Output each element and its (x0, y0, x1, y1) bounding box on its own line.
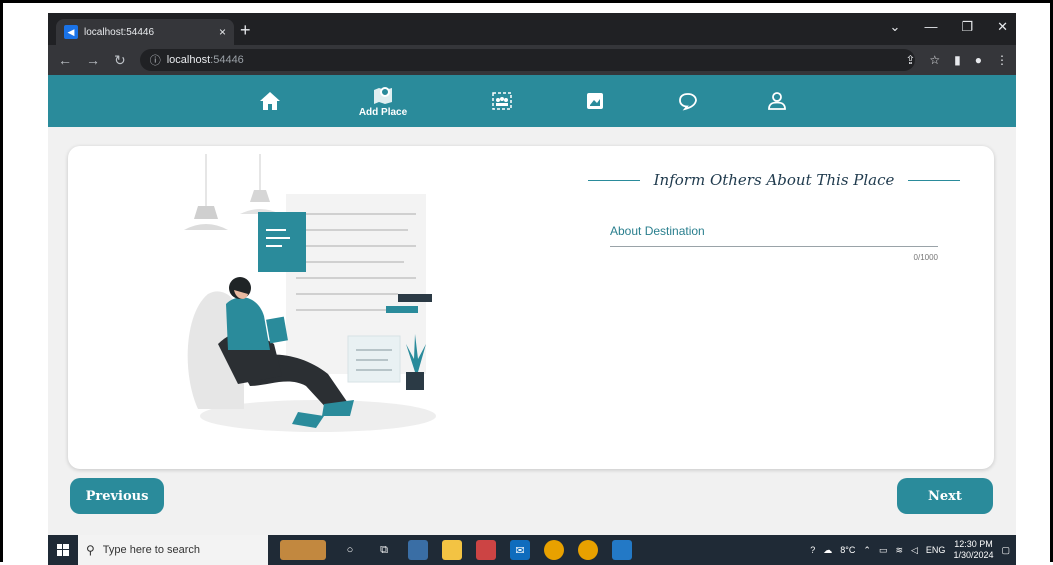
favicon-icon: ◀ (64, 25, 78, 39)
side-panel-icon[interactable]: ▮ (954, 53, 961, 67)
url-port: :54446 (210, 54, 244, 66)
chrome-icon[interactable] (544, 540, 564, 560)
forward-icon[interactable]: → (86, 52, 100, 68)
reload-icon[interactable]: ↻ (114, 52, 126, 69)
restore-icon[interactable]: ❐ (961, 19, 973, 35)
site-info-icon[interactable]: ⓘ (150, 52, 161, 68)
nav-add-place-label: Add Place (358, 106, 408, 118)
chrome-profile-icon[interactable] (578, 540, 598, 560)
taskbar-search[interactable]: ⚲ Type here to search (78, 535, 268, 565)
menu-kebab-icon[interactable]: ⋮ (996, 53, 1008, 67)
temperature: 8°C (840, 545, 856, 555)
bookmark-star-icon[interactable]: ☆ (929, 53, 940, 67)
file-explorer-icon[interactable] (442, 540, 462, 560)
reading-woman-illustration (184, 154, 436, 432)
home-icon (260, 92, 280, 110)
browser-toolbar: ← → ↻ ⓘ localhost:54446 ⇪ ☆ ▮ ● ⋮ (48, 45, 1016, 75)
weather-icon[interactable]: ☁ (823, 545, 832, 556)
form-heading: Inform Others About This Place (588, 168, 961, 192)
tray-overflow-icon[interactable]: ⌃ (863, 545, 871, 556)
nav-community[interactable] (485, 75, 519, 127)
notifications-icon[interactable]: ▢ (1001, 545, 1010, 556)
tab-close-icon[interactable]: × (219, 25, 226, 39)
new-tab-button[interactable]: + (240, 21, 251, 39)
vscode-icon[interactable] (612, 540, 632, 560)
wifi-icon[interactable]: ≋ (895, 545, 903, 556)
taskbar-apps: ○ ⧉ ✉ (280, 540, 632, 560)
nav-add-place[interactable]: Add Place (353, 75, 413, 127)
address-bar[interactable]: ⓘ localhost:54446 (139, 49, 915, 71)
language-indicator[interactable]: ENG (926, 545, 946, 555)
top-navigation: Add Place (48, 75, 1016, 127)
heading-divider-left (588, 179, 640, 181)
taskbar-search-placeholder: Type here to search (102, 544, 201, 556)
notes-app-icon[interactable] (408, 540, 428, 560)
task-view-icon[interactable]: ⧉ (374, 540, 394, 560)
chat-bubble-icon (679, 93, 697, 111)
tab-search-icon[interactable]: ⌄ (890, 19, 901, 35)
system-tray: ? ☁ 8°C ⌃ ▭ ≋ ◁ ENG 12:30 PM 1/30/2024 ▢ (810, 535, 1010, 565)
about-destination-field[interactable]: About Destination 0/1000 (610, 224, 938, 262)
minimize-icon[interactable]: — (924, 19, 937, 35)
tab-title: localhost:54446 (84, 26, 155, 38)
next-button[interactable]: Next (897, 478, 993, 514)
back-icon[interactable]: ← (58, 52, 72, 68)
toolbar-actions: ⇪ ☆ ▮ ● ⋮ (905, 53, 1008, 67)
browser-tab-strip: ◀ localhost:54446 × + ⌄ — ❐ ✕ (48, 13, 1016, 45)
heading-divider-right (908, 179, 961, 181)
search-highlight-icon[interactable] (280, 540, 326, 560)
desktop-window: ◀ localhost:54446 × + ⌄ — ❐ ✕ ← → ↻ ⓘ lo… (48, 13, 1016, 565)
user-icon (768, 92, 786, 110)
previous-button[interactable]: Previous (70, 478, 164, 514)
volume-icon[interactable]: ◁ (911, 545, 918, 556)
cortana-icon[interactable]: ○ (340, 540, 360, 560)
group-icon (492, 92, 512, 110)
url-host: localhost (166, 54, 211, 66)
close-window-icon[interactable]: ✕ (997, 19, 1008, 35)
about-destination-label: About Destination (610, 224, 705, 238)
form-card: Inform Others About This Place About Des… (68, 146, 994, 469)
mail-icon[interactable]: ✉ (510, 540, 530, 560)
form-title: Inform Others About This Place (653, 171, 895, 189)
start-button[interactable] (48, 535, 78, 565)
window-controls: ⌄ — ❐ ✕ (890, 19, 1008, 35)
nav-home[interactable] (253, 75, 287, 127)
battery-icon[interactable]: ▭ (879, 545, 888, 556)
share-icon[interactable]: ⇪ (905, 53, 915, 67)
swap-image-icon (587, 93, 603, 109)
map-pin-icon (374, 86, 392, 104)
clock-date: 1/30/2024 (953, 550, 994, 560)
field-underline (610, 246, 938, 247)
windows-logo-icon (57, 544, 69, 556)
help-icon[interactable]: ? (810, 545, 815, 555)
nav-gallery[interactable] (578, 75, 612, 127)
clock[interactable]: 12:30 PM 1/30/2024 (953, 539, 993, 561)
search-icon: ⚲ (86, 543, 95, 557)
nav-profile[interactable] (760, 75, 794, 127)
nav-messages[interactable] (671, 75, 705, 127)
paint-app-icon[interactable] (476, 540, 496, 560)
screen-frame: ◀ localhost:54446 × + ⌄ — ❐ ✕ ← → ↻ ⓘ lo… (0, 0, 1053, 565)
character-counter: 0/1000 (913, 253, 938, 262)
app-content: Add Place Inform Others About This Place… (48, 75, 1016, 535)
clock-time: 12:30 PM (954, 539, 993, 549)
windows-taskbar: ⚲ Type here to search ○ ⧉ ✉ ? ☁ 8°C ⌃ ▭ … (48, 535, 1016, 565)
profile-icon[interactable]: ● (975, 53, 982, 67)
browser-tab[interactable]: ◀ localhost:54446 × (56, 19, 234, 45)
